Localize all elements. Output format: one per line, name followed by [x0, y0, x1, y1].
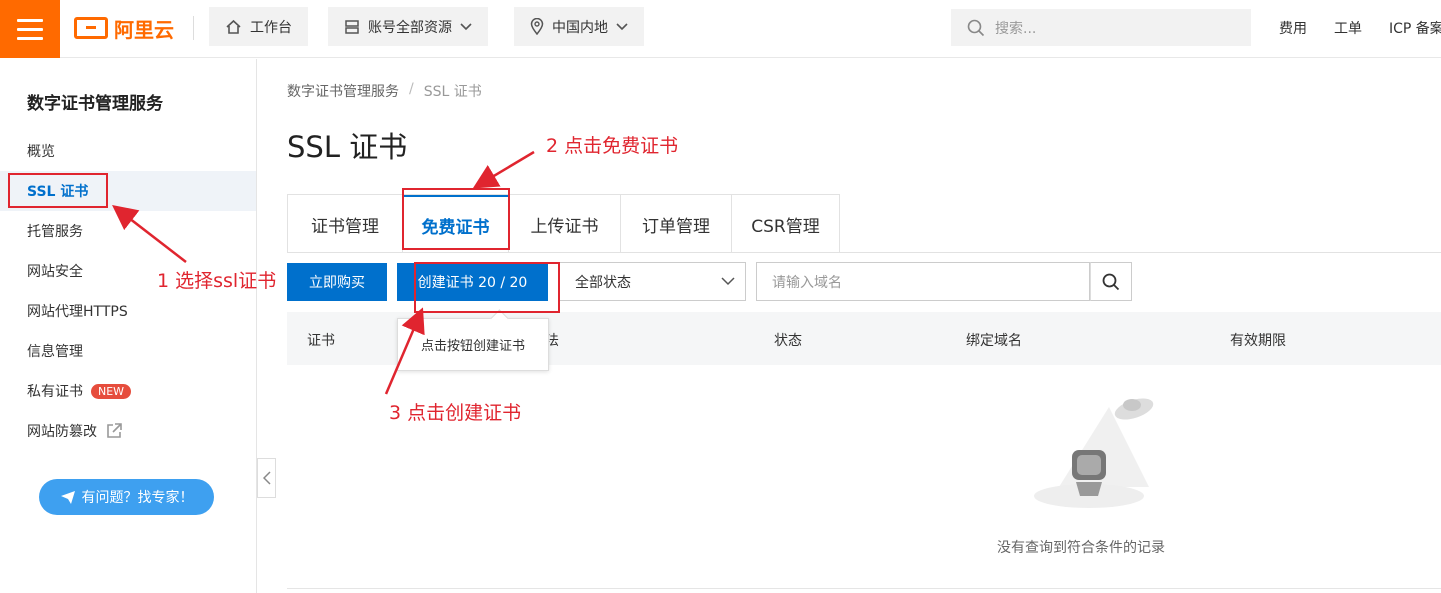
new-badge: NEW	[91, 383, 132, 399]
sidebar-item-label: 网站代理HTTPS	[27, 304, 128, 320]
tab-csr-management[interactable]: CSR管理	[732, 195, 839, 253]
breadcrumb-current: SSL 证书	[423, 84, 482, 100]
breadcrumb-item[interactable]: 数字证书管理服务	[287, 81, 399, 101]
create-cert-tooltip: 点击按钮创建证书	[397, 318, 549, 371]
chevron-down-icon	[616, 22, 628, 30]
annotation-box-create	[414, 262, 560, 313]
tab-underline	[287, 252, 1441, 253]
sidebar-item-label: 概览	[27, 144, 55, 160]
sidebar-item-private-cert[interactable]: 私有证书 NEW	[0, 371, 256, 411]
ask-expert-button[interactable]: 有问题？找专家！	[39, 479, 214, 515]
aliyun-logo[interactable]: 阿里云	[74, 12, 174, 44]
top-link-fees[interactable]: 费用	[1279, 18, 1307, 38]
column-header-domains: 绑定域名	[966, 333, 1022, 349]
empty-state-text: 没有查询到符合条件的记录	[997, 540, 1165, 556]
top-link-tickets[interactable]: 工单	[1334, 18, 1362, 38]
sidebar-item-label: 私有证书	[27, 384, 83, 400]
region-label: 中国内地	[552, 19, 608, 36]
global-search-input[interactable]: 搜索...	[951, 9, 1251, 46]
chevron-down-icon	[460, 22, 472, 30]
arrow-step2	[472, 150, 535, 189]
search-icon	[967, 19, 985, 36]
sidebar-item-proxy-https[interactable]: 网站代理HTTPS	[0, 291, 256, 331]
resources-dropdown[interactable]: 账号全部资源	[328, 7, 488, 46]
region-dropdown[interactable]: 中国内地	[514, 7, 644, 46]
breadcrumb-separator: /	[409, 81, 414, 97]
workbench-button[interactable]: 工作台	[209, 7, 308, 46]
sidebar-item-tamper-protection[interactable]: 网站防篡改	[0, 411, 256, 451]
annotation-step1: 1 选择ssl证书	[157, 270, 277, 292]
buy-now-button[interactable]: 立即购买	[287, 263, 387, 301]
search-icon	[1102, 273, 1120, 290]
status-select[interactable]: 全部状态	[558, 262, 746, 301]
annotation-box-free-cert	[402, 188, 510, 250]
sidebar-item-label: 网站安全	[27, 264, 83, 280]
menu-icon[interactable]	[0, 0, 60, 58]
status-select-value: 全部状态	[575, 274, 631, 291]
table-bottom-border	[287, 588, 1441, 589]
sidebar-item-overview[interactable]: 概览	[0, 131, 256, 171]
page-title: SSL 证书	[287, 130, 408, 164]
tab-cert-management[interactable]: 证书管理	[288, 195, 403, 253]
column-header-cert: 证书	[307, 333, 335, 349]
column-header-status: 状态	[774, 333, 802, 349]
server-icon	[345, 19, 359, 34]
search-placeholder: 搜索...	[995, 20, 1037, 37]
sidebar-item-info-management[interactable]: 信息管理	[0, 331, 256, 371]
workbench-label: 工作台	[250, 19, 292, 36]
chevron-down-icon	[721, 277, 735, 286]
paper-plane-icon	[60, 490, 75, 504]
sidebar-item-label: 信息管理	[27, 344, 83, 360]
column-header-validity: 有效期限	[1230, 333, 1286, 349]
sidebar-collapse-button[interactable]	[257, 458, 276, 498]
resources-label: 账号全部资源	[368, 19, 452, 36]
sidebar-title: 数字证书管理服务	[27, 94, 163, 114]
domain-search-button[interactable]	[1090, 262, 1132, 301]
ask-expert-label: 有问题？找专家！	[81, 490, 194, 506]
logo-mark-icon	[74, 17, 108, 39]
external-link-icon	[107, 423, 122, 438]
divider	[193, 16, 194, 40]
top-link-icp[interactable]: ICP 备案	[1389, 18, 1441, 38]
home-icon	[226, 19, 241, 34]
sidebar-item-label: 网站防篡改	[27, 424, 97, 440]
sidebar-item-label: 托管服务	[27, 224, 83, 240]
location-pin-icon	[530, 18, 544, 35]
sidebar: 数字证书管理服务 概览 SSL 证书 托管服务 网站安全 网站代理HTTPS 信…	[0, 59, 257, 593]
chevron-left-icon	[262, 471, 271, 485]
tab-upload-cert[interactable]: 上传证书	[509, 195, 621, 253]
logo-text: 阿里云	[114, 17, 174, 42]
tab-order-management[interactable]: 订单管理	[621, 195, 732, 253]
tab-bar: 证书管理 免费证书 上传证书 订单管理 CSR管理	[287, 194, 840, 253]
annotation-step2: 2 点击免费证书	[546, 135, 679, 157]
top-navigation-bar: 阿里云 工作台 账号全部资源 中国内地 搜索... 费用 工单 ICP 备案	[0, 0, 1441, 58]
empty-state-ufo-icon	[1034, 398, 1154, 508]
domain-placeholder: 请输入域名	[772, 274, 842, 291]
sidebar-item-hosting[interactable]: 托管服务	[0, 211, 256, 251]
domain-search-input[interactable]: 请输入域名	[756, 262, 1090, 301]
annotation-box-ssl	[8, 173, 108, 208]
annotation-step3: 3 点击创建证书	[389, 402, 522, 424]
breadcrumb: 数字证书管理服务 / SSL 证书	[287, 81, 482, 101]
